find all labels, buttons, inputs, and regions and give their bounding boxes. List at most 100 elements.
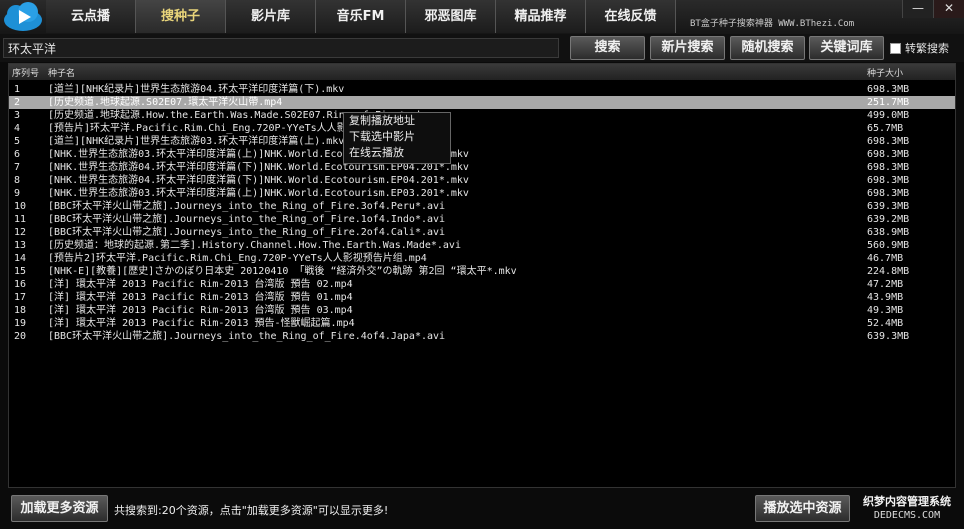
table-row[interactable]: 11 [BBC环太平洋火山带之旅].Journeys_into_the_Ring_… (9, 213, 955, 226)
context-menu: 复制播放地址 下载选中影片 在线云播放 (343, 112, 451, 164)
row-index: 15 (14, 266, 27, 277)
load-more-button[interactable]: 加载更多资源 (11, 495, 108, 522)
row-size: 49.3MB (867, 305, 904, 316)
table-row[interactable]: 17 [洋] 環太平洋 2013 Pacific Rim-2013 台湾版 預告 … (9, 291, 955, 304)
row-size: 499.0MB (867, 110, 910, 121)
tab-feedback[interactable]: 在线反馈 (586, 0, 676, 33)
watermark: 织梦内容管理系统 DEDECMS.COM (853, 494, 961, 524)
table-row[interactable]: 6 [NHK.世界生态旅游03.环太平洋印度洋篇(上)]NHK.World.Eco… (9, 148, 955, 161)
row-index: 13 (14, 240, 27, 251)
table-row[interactable]: 1 [道兰][NHK纪录片]世界生态旅游04.环太平洋印度洋篇(下).mkv 698… (9, 83, 955, 96)
traditional-search-checkbox[interactable] (890, 42, 901, 54)
menu-item-online-play[interactable]: 在线云播放 (344, 145, 450, 161)
header-name[interactable]: 种子名 (48, 66, 75, 79)
tab-search-torrent[interactable]: 搜种子 (136, 0, 226, 33)
app-logo-icon (2, 2, 44, 32)
row-index: 3 (14, 110, 21, 121)
tab-gallery[interactable]: 邪恶图库 (406, 0, 496, 33)
table-row[interactable]: 2 [历史频道.地球起源.S02E07.環太平洋火山帶.mp4 251.7MB (9, 96, 955, 109)
row-size: 46.7MB (867, 253, 904, 264)
row-size: 52.4MB (867, 318, 904, 329)
row-size: 639.3MB (867, 201, 910, 212)
row-size: 639.3MB (867, 331, 910, 342)
tab-music-fm[interactable]: 音乐FM (316, 0, 406, 33)
row-index: 18 (14, 305, 27, 316)
search-input[interactable] (3, 38, 559, 58)
play-selected-button[interactable]: 播放选中资源 (755, 495, 850, 522)
table-row[interactable]: 18 [洋] 環太平洋 2013 Pacific Rim-2013 台湾版 預告 … (9, 304, 955, 317)
row-name: [洋] 環太平洋 2013 Pacific Rim-2013 台湾版 預告 02… (48, 279, 353, 290)
row-name: [NHK.世界生态旅游03.环太平洋印度洋篇(上)]NHK.World.Ecot… (48, 149, 469, 160)
new-movies-search-button[interactable]: 新片搜索 (650, 36, 725, 60)
row-size: 698.3MB (867, 188, 910, 199)
row-index: 12 (14, 227, 27, 238)
row-name: [历史频道.地球起源.How.the.Earth.Was.Made.S02E07… (48, 110, 430, 121)
brand-text: BT盒子种子搜索神器 WWW.BThezi.Com (690, 19, 855, 29)
row-index: 1 (14, 84, 21, 95)
row-name: [NHK-E][教養][歴史]さかのぼり日本史 20120410 「戦後 “経済… (48, 266, 517, 277)
top-navigation-bar: 云点播 搜种子 影片库 音乐FM 邪恶图库 精品推荐 在线反馈 BT盒子种子搜索… (0, 0, 964, 35)
row-index: 6 (14, 149, 21, 160)
row-name: [BBC环太平洋火山带之旅].Journeys_into_the_Ring_of… (48, 214, 446, 225)
row-name: [NHK.世界生态旅游04.环太平洋印度洋篇(下)]NHK.World.Ecot… (48, 175, 469, 186)
list-header: 序列号 种子名 种子大小 (9, 64, 955, 80)
watermark-line2: DEDECMS.COM (873, 510, 941, 521)
table-row[interactable]: 5 [道兰][NHK纪录片]世界生态旅游03.环太平洋印度洋篇(上).mkv 698… (9, 135, 955, 148)
row-index: 20 (14, 331, 27, 342)
table-row[interactable]: 10 [BBC环太平洋火山带之旅].Journeys_into_the_Ring_… (9, 200, 955, 213)
row-size: 698.3MB (867, 84, 910, 95)
search-button[interactable]: 搜索 (570, 36, 645, 60)
row-size: 698.3MB (867, 136, 910, 147)
table-row[interactable]: 8 [NHK.世界生态旅游04.环太平洋印度洋篇(下)]NHK.World.Eco… (9, 174, 955, 187)
random-search-button[interactable]: 随机搜索 (730, 36, 805, 60)
traditional-search-toggle[interactable]: 转繁搜索 (890, 40, 949, 56)
table-row[interactable]: 19 [洋] 環太平洋 2013 Pacific Rim-2013 預告-怪獸崛起… (9, 317, 955, 330)
tab-movie-library[interactable]: 影片库 (226, 0, 316, 33)
menu-item-copy-play-url[interactable]: 复制播放地址 (344, 113, 450, 129)
header-size[interactable]: 种子大小 (867, 66, 903, 79)
table-row[interactable]: 9 [NHK.世界生态旅游03.环太平洋印度洋篇(上)]NHK.World.Eco… (9, 187, 955, 200)
traditional-search-label: 转繁搜索 (905, 42, 949, 55)
table-row[interactable]: 13 [历史频道：地球的起源.第二季].History.Channel.How.T… (9, 239, 955, 252)
row-index: 5 (14, 136, 21, 147)
table-row[interactable]: 3 [历史频道.地球起源.How.the.Earth.Was.Made.S02E0… (9, 109, 955, 122)
row-index: 2 (14, 97, 21, 108)
row-size: 251.7MB (867, 97, 910, 108)
tab-cloud-vod[interactable]: 云点播 (46, 0, 136, 33)
table-row[interactable]: 16 [洋] 環太平洋 2013 Pacific Rim-2013 台湾版 預告 … (9, 278, 955, 291)
row-name: [道兰][NHK纪录片]世界生态旅游03.环太平洋印度洋篇(上).mkv (48, 136, 345, 147)
row-size: 43.9MB (867, 292, 904, 303)
row-name: [洋] 環太平洋 2013 Pacific Rim-2013 台湾版 預告 01… (48, 292, 353, 303)
app-window: 云点播 搜种子 影片库 音乐FM 邪恶图库 精品推荐 在线反馈 BT盒子种子搜索… (0, 0, 964, 529)
row-name: [历史频道.地球起源.S02E07.環太平洋火山帶.mp4 (48, 97, 283, 108)
row-index: 8 (14, 175, 21, 186)
tab-recommended[interactable]: 精品推荐 (496, 0, 586, 33)
row-index: 16 (14, 279, 27, 290)
row-index: 9 (14, 188, 21, 199)
minimize-button[interactable]: — (902, 0, 933, 18)
table-row[interactable]: 20 [BBC环太平洋火山带之旅].Journeys_into_the_Ring_… (9, 330, 955, 343)
row-name: [洋] 環太平洋 2013 Pacific Rim-2013 預告-怪獸崛起篇.… (48, 318, 355, 329)
table-row[interactable]: 12 [BBC环太平洋火山带之旅].Journeys_into_the_Ring_… (9, 226, 955, 239)
menu-item-download-selected[interactable]: 下载选中影片 (344, 129, 450, 145)
row-index: 19 (14, 318, 27, 329)
table-row[interactable]: 7 [NHK.世界生态旅游04.环太平洋印度洋篇(下)]NHK.World.Eco… (9, 161, 955, 174)
keyword-library-button[interactable]: 关键词库 (809, 36, 884, 60)
table-row[interactable]: 4 [预告片]环太平洋.Pacific.Rim.Chi_Eng.720P-YYeT… (9, 122, 955, 135)
row-name: [预告片2]环太平洋.Pacific.Rim.Chi_Eng.720P-YYeT… (48, 253, 427, 264)
row-index: 11 (14, 214, 27, 225)
results-list[interactable]: 序列号 种子名 种子大小 1 [道兰][NHK纪录片]世界生态旅游04.环太平洋印… (8, 63, 956, 488)
header-index[interactable]: 序列号 (12, 66, 39, 79)
nav-tabs: 云点播 搜种子 影片库 音乐FM 邪恶图库 精品推荐 在线反馈 (46, 0, 676, 34)
row-index: 10 (14, 201, 27, 212)
row-name: [NHK.世界生态旅游03.环太平洋印度洋篇(上)]NHK.World.Ecot… (48, 188, 469, 199)
row-name: [BBC环太平洋火山带之旅].Journeys_into_the_Ring_of… (48, 201, 446, 212)
table-row[interactable]: 14 [预告片2]环太平洋.Pacific.Rim.Chi_Eng.720P-YY… (9, 252, 955, 265)
close-button[interactable]: ✕ (933, 0, 964, 18)
row-name: [预告片]环太平洋.Pacific.Rim.Chi_Eng.720P-YYeTs… (48, 123, 421, 134)
row-name: [历史频道：地球的起源.第二季].History.Channel.How.The… (48, 240, 461, 251)
row-size: 638.9MB (867, 227, 910, 238)
table-row[interactable]: 15 [NHK-E][教養][歴史]さかのぼり日本史 20120410 「戦後 “… (9, 265, 955, 278)
status-text: 共搜索到:20个资源，点击"加载更多资源"可以显示更多! (114, 504, 389, 517)
window-controls: — ✕ (902, 0, 964, 18)
